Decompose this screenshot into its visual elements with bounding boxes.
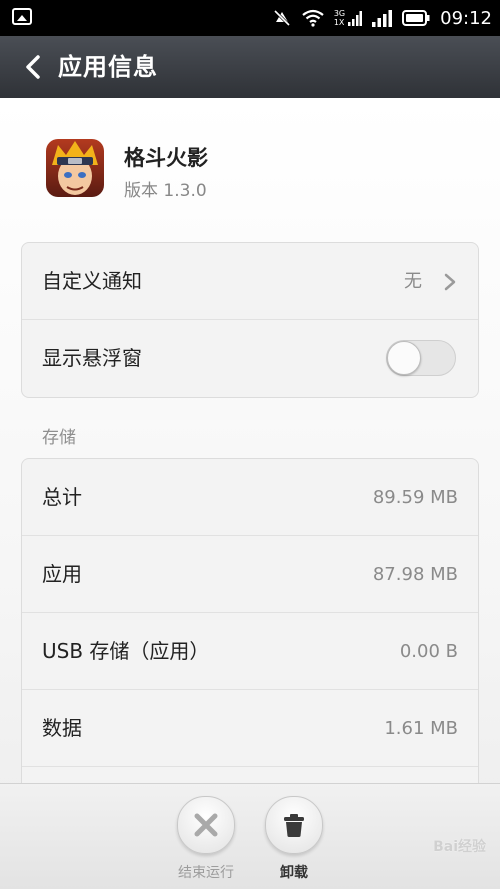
app-name: 格斗火影 [124,146,208,170]
battery-icon [402,10,430,26]
toggle-knob [387,341,421,375]
app-icon [46,139,104,197]
storage-row-value: 1.61 MB [384,718,458,739]
custom-notification-value: 无 [404,271,422,292]
mute-icon [273,9,290,27]
bottom-action-bar: 结束运行 卸载 [0,783,500,889]
storage-row-total: 总计 89.59 MB [22,459,478,536]
page-title: 应用信息 [58,53,158,81]
close-icon [194,813,218,837]
gallery-notification-icon [12,8,32,25]
chevron-right-icon [444,273,456,291]
storage-row-value: 89.59 MB [372,487,458,508]
signal-small-icon [348,11,363,26]
storage-row-label: USB 存储（应用） [42,639,210,663]
storage-row-usb: USB 存储（应用） 0.00 B [22,613,478,690]
clock: 09:12 [440,7,492,29]
watermark: Bai经验 [433,839,486,855]
storage-row-label: 总计 [42,485,82,509]
uninstall-button[interactable]: 卸载 [249,796,339,882]
storage-row-label: 数据 [42,716,82,740]
back-arrow-icon[interactable] [20,53,48,81]
storage-row-app: 应用 87.98 MB [22,536,478,613]
signal-icon [372,10,393,27]
settings-card: 自定义通知 无 显示悬浮窗 [21,242,479,398]
status-bar: 3G 1X 09:12 [0,0,500,36]
floating-window-toggle[interactable] [386,340,456,376]
force-stop-circle [177,796,235,854]
status-icons: 3G 1X 09:12 [272,0,492,36]
storage-row-label: 应用 [42,562,82,586]
force-stop-button[interactable]: 结束运行 [161,796,251,882]
app-info-content: 格斗火影 版本 1.3.0 自定义通知 无 显示悬浮窗 存储 总计 89.59 … [0,98,500,889]
title-bar: 应用信息 [0,36,500,98]
custom-notification-row[interactable]: 自定义通知 无 [22,243,478,320]
network-type-bottom: 1X [333,18,345,27]
floating-window-row: 显示悬浮窗 [22,320,478,397]
network-type: 3G 1X [333,9,363,27]
wifi-icon [302,9,324,27]
custom-notification-label: 自定义通知 [42,269,142,293]
uninstall-label: 卸载 [280,865,308,881]
storage-section-label: 存储 [42,428,76,448]
uninstall-circle [265,796,323,854]
storage-row-value: 87.98 MB [372,564,458,585]
floating-window-label: 显示悬浮窗 [42,346,142,370]
storage-card: 总计 89.59 MB 应用 87.98 MB USB 存储（应用） 0.00 … [21,458,479,798]
force-stop-label: 结束运行 [178,865,234,881]
storage-row-value: 0.00 B [399,641,458,662]
app-version: 版本 1.3.0 [124,181,207,201]
storage-row-data: 数据 1.61 MB [22,690,478,767]
network-type-top: 3G [333,9,346,18]
trash-icon [284,814,304,837]
